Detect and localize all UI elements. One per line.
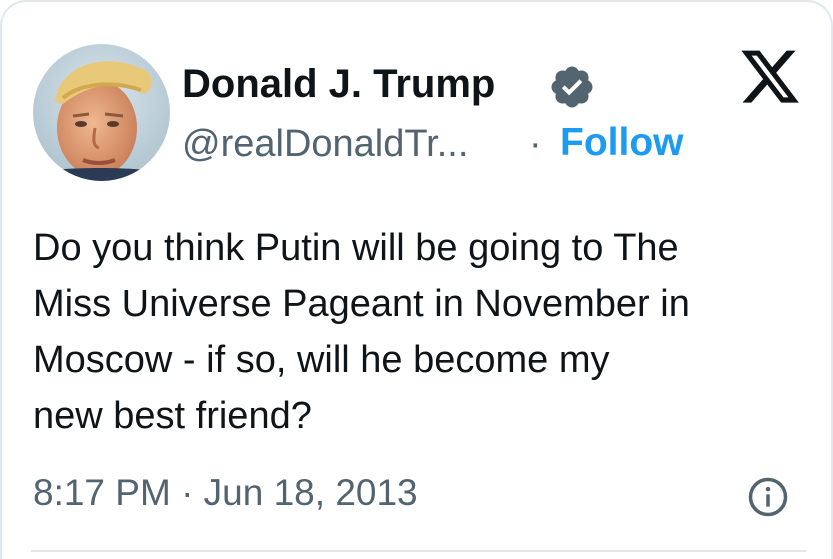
tweet-timestamp[interactable]: 8:17 PM · Jun 18, 2013 — [33, 470, 418, 516]
tweet-text: Do you think Putin will be going to The … — [33, 227, 690, 437]
author-display-name[interactable]: Donald J. Trump — [182, 60, 495, 108]
follow-button[interactable]: Follow — [560, 120, 683, 166]
divider — [31, 550, 806, 552]
verified-badge-icon — [551, 66, 593, 108]
x-logo-icon[interactable] — [738, 50, 802, 110]
avatar-image — [33, 44, 170, 181]
tweet-card: Donald J. Trump @realDonaldTr... · Follo… — [0, 0, 833, 559]
avatar[interactable] — [33, 44, 170, 181]
author-handle[interactable]: @realDonaldTr... — [182, 121, 468, 167]
info-icon[interactable] — [747, 476, 789, 518]
separator-dot: · — [529, 123, 542, 165]
